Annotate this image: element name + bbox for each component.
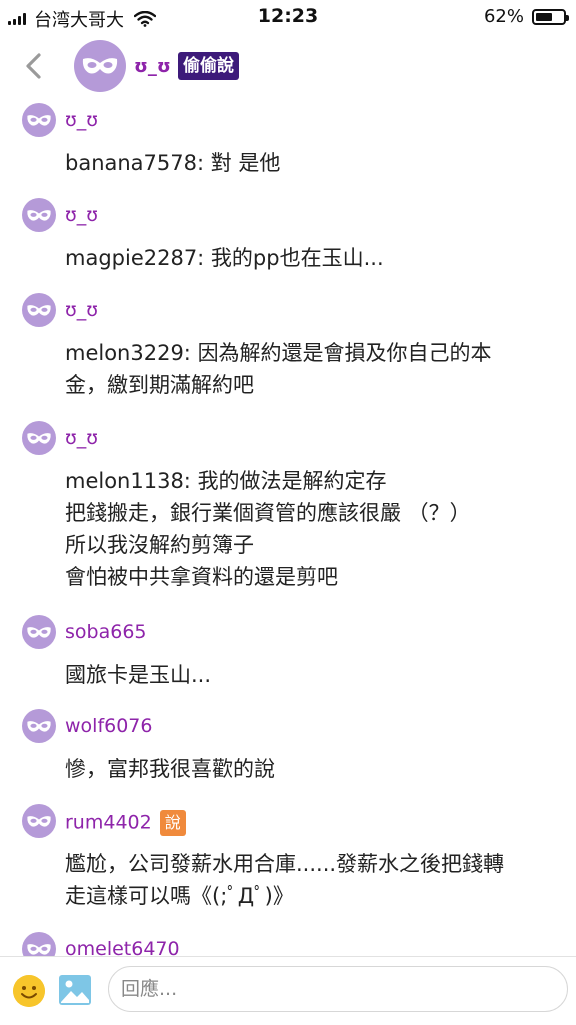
- author-name: ʊ_ʊ: [65, 427, 98, 449]
- reply-input[interactable]: [108, 966, 568, 1012]
- header-name: ʊ_ʊ: [134, 56, 171, 77]
- mask-icon: [27, 626, 51, 638]
- mask-icon: [27, 114, 51, 126]
- author-badge: 說: [159, 810, 186, 836]
- message-text: 國旅卡是玉山...: [65, 663, 212, 687]
- back-chevron-icon[interactable]: [20, 50, 50, 82]
- composer-bar: [0, 956, 576, 1025]
- author-name: ʊ_ʊ: [65, 204, 98, 226]
- author-name: wolf6076: [65, 715, 153, 737]
- author-name: soba665: [65, 621, 147, 643]
- author-name: ʊ_ʊ: [65, 109, 98, 131]
- mask-icon: [27, 209, 51, 221]
- message-text: melon1138: 我的做法是解約定存 把錢搬走，銀行業個資管的應該很嚴 （？…: [65, 469, 471, 589]
- image-icon[interactable]: [58, 974, 92, 1006]
- message-text: 慘，富邦我很喜歡的說: [65, 757, 275, 781]
- mask-icon: [27, 432, 51, 444]
- avatar[interactable]: [22, 103, 56, 137]
- battery-percent: 62%: [483, 6, 524, 27]
- mask-icon: [27, 304, 51, 316]
- avatar[interactable]: [22, 932, 56, 956]
- author-name: ʊ_ʊ: [65, 299, 98, 321]
- mask-icon: [27, 720, 51, 732]
- message-text: melon3229: 因為解約還是會損及你自己的本 金，繳到期滿解約吧: [65, 341, 492, 397]
- mask-icon: [82, 58, 118, 74]
- smiley-icon[interactable]: [13, 975, 45, 1007]
- avatar[interactable]: [22, 421, 56, 455]
- message-list[interactable]: ʊ_ʊ banana7578: 對 是他 ʊ_ʊ magpie2287: 我的p…: [0, 98, 576, 956]
- battery-icon: [532, 8, 569, 25]
- message-text: 尷尬，公司發薪水用合庫......發薪水之後把錢轉 走這樣可以嗎《(;ﾟДﾟ)》: [65, 852, 505, 908]
- header-badge: 偷偷說: [178, 52, 239, 80]
- message-text: banana7578: 對 是他: [65, 151, 281, 175]
- chat-header: ʊ_ʊ 偷偷說: [0, 34, 576, 98]
- status-bar: 台湾大哥大 12:23 62%: [0, 0, 576, 34]
- avatar[interactable]: [22, 615, 56, 649]
- avatar[interactable]: [22, 198, 56, 232]
- avatar[interactable]: [22, 293, 56, 327]
- author-name: rum4402 說: [65, 810, 186, 836]
- status-right: 62%: [483, 6, 569, 27]
- author-name: omelet6470: [65, 938, 180, 956]
- avatar[interactable]: [22, 804, 56, 838]
- message-text: magpie2287: 我的pp也在玉山...: [65, 246, 384, 270]
- avatar[interactable]: [22, 709, 56, 743]
- mask-icon: [27, 943, 51, 955]
- header-avatar[interactable]: [74, 40, 126, 92]
- mask-icon: [27, 815, 51, 827]
